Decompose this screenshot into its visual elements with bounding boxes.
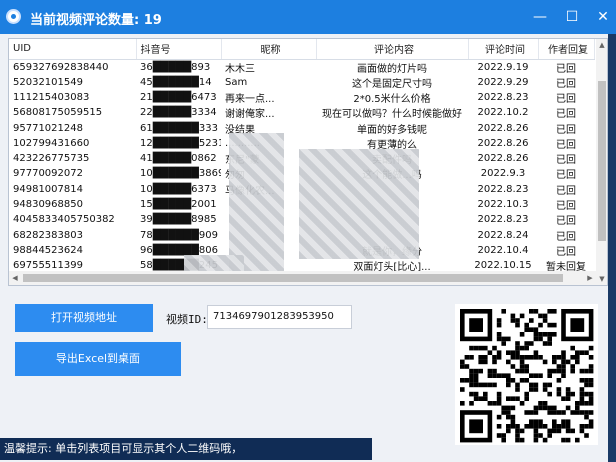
column-header[interactable]: 评论内容 — [316, 39, 469, 60]
table-cell: 2022.10.2 — [477, 107, 529, 119]
table-cell: 已回 — [556, 78, 576, 90]
table-cell: 2022.9.3 — [480, 168, 526, 180]
table-cell: 2022.8.23 — [477, 91, 529, 103]
video-id-label: 视频ID: — [166, 313, 208, 326]
background-strip — [608, 34, 616, 462]
qr-code-graphic — [460, 309, 594, 443]
table-cell: 12██████5231 — [140, 137, 221, 149]
export-excel-button[interactable]: 导出Excel到桌面 — [15, 342, 181, 376]
table-cell: 2022.10.4 — [477, 244, 529, 256]
table-cell: 这个是固定尺寸吗 — [352, 78, 432, 90]
table-cell: 45██████14 — [140, 76, 212, 88]
table-cell: 4045833405750382 — [13, 214, 115, 226]
table-header: UID 抖音号 昵称 评论内容 评论时间 作者回复 — [9, 39, 595, 60]
table-cell: 95771021248 — [13, 122, 83, 134]
table-cell: 68282383803 — [13, 229, 83, 241]
horizontal-scroll-thumb[interactable] — [23, 274, 563, 282]
close-button[interactable]: ✕ — [592, 6, 614, 28]
minimize-button[interactable]: — — [529, 6, 551, 28]
window-title: 当前视频评论数量: 19 — [30, 13, 162, 28]
table-row[interactable]: 659327692838440 36█████893 木木三 画面做的灯片吗 2022.… — [9, 59, 594, 75]
table-cell: 已回 — [556, 231, 576, 243]
table-cell: 已回 — [556, 246, 576, 258]
table-cell: 10█████6373 — [140, 183, 217, 195]
table-cell: 10██████3869 — [140, 168, 221, 180]
open-video-button[interactable]: 打开视频地址 — [15, 304, 153, 332]
vertical-scroll-thumb[interactable] — [598, 81, 606, 241]
table-cell: 已回 — [556, 139, 576, 151]
table-cell: Sam — [225, 76, 248, 88]
table-cell: 已回 — [556, 201, 576, 213]
scroll-right-icon[interactable]: ▶ — [584, 271, 596, 285]
table-cell: 再来一点... — [225, 93, 275, 105]
table-cell: 111215403083 — [13, 91, 90, 103]
table-cell: 2022.8.23 — [477, 183, 529, 195]
masked-region — [299, 149, 419, 259]
table-cell: 已回 — [556, 185, 576, 197]
table-cell: 36█████893 — [140, 61, 211, 73]
scroll-down-icon[interactable]: ▼ — [596, 273, 607, 285]
table-cell: 已回 — [556, 124, 576, 136]
column-header[interactable]: 评论时间 — [468, 39, 539, 60]
app-logo-icon — [6, 9, 21, 24]
table-cell: 56808175059515 — [13, 107, 103, 119]
table-cell: 78██████909 — [140, 229, 218, 241]
scroll-up-icon[interactable]: ▲ — [596, 39, 607, 51]
video-id-input[interactable]: 7134697901283953950 — [207, 305, 352, 329]
table-cell: 2022.10.3 — [477, 199, 529, 211]
table-cell: 已回 — [556, 216, 576, 228]
table-row[interactable]: 56808175059515 22█████3334 谢谢俺家... 现在可以做吗？什… — [9, 105, 594, 120]
table-cell: 21█████6473 — [140, 91, 217, 103]
table-cell: 94830968850 — [13, 199, 83, 211]
table-cell: 谢谢俺家... — [225, 109, 275, 121]
table-cell: 39█████8985 — [140, 214, 217, 226]
table-cell: 98844523624 — [13, 244, 83, 256]
table-cell: 41█████0862 — [140, 153, 217, 165]
table-cell: 2022.8.26 — [477, 122, 529, 134]
table-cell: 102799431660 — [13, 137, 90, 149]
table-cell: 423226775735 — [13, 153, 90, 165]
table-cell: 已回 — [556, 109, 576, 121]
scroll-left-icon[interactable]: ◀ — [9, 271, 21, 285]
table-cell: 15█████2001 — [140, 199, 217, 211]
table-cell: 画面做的灯片吗 — [357, 63, 427, 75]
table-cell: 2022.9.29 — [477, 76, 529, 88]
table-row[interactable]: 52032101549 45██████14 Sam 这个是固定尺寸吗 2022.9.2… — [9, 75, 594, 90]
table-cell: 2022.8.26 — [477, 137, 529, 149]
column-header[interactable]: 昵称 — [221, 39, 317, 60]
footer-hint: 温馨提示: 单击列表项目可显示其个人二维码哦， — [0, 438, 372, 460]
table-cell: 2022.8.23 — [477, 214, 529, 226]
table-cell: 659327692838440 — [13, 61, 109, 73]
table-cell: 已回 — [556, 63, 576, 75]
table-cell: 61██████333 — [140, 122, 218, 134]
comments-table[interactable]: UID 抖音号 昵称 评论内容 评论时间 作者回复 659327692838440 36██… — [8, 38, 608, 286]
table-cell: 2*0.5米什么价格 — [353, 93, 431, 105]
column-header[interactable]: UID — [9, 39, 137, 60]
horizontal-scrollbar[interactable]: ◀ ▶ — [9, 271, 596, 285]
table-cell: 现在可以做吗？什么时候能做好 — [322, 109, 462, 121]
vertical-scrollbar[interactable]: ▲ ▼ — [596, 39, 607, 285]
column-header[interactable]: 作者回复 — [538, 39, 595, 60]
table-cell: 已回 — [556, 155, 576, 167]
table-row[interactable]: 111215403083 21█████6473 再来一点... 2*0.5米什么价格… — [9, 90, 594, 105]
main-window: 当前视频评论数量: 19 — ☐ ✕ UID 抖音号 昵称 评论内容 评论时间 作者回复 … — [0, 0, 616, 462]
masked-region — [229, 133, 284, 273]
column-header[interactable]: 抖音号 — [136, 39, 222, 60]
table-cell: 2022.9.19 — [477, 61, 529, 73]
table-cell: 94981007814 — [13, 183, 83, 195]
table-cell: 52032101549 — [13, 76, 83, 88]
table-cell: 已回 — [556, 93, 576, 105]
table-cell: 已回 — [556, 170, 576, 182]
table-cell: 2022.8.24 — [477, 229, 529, 241]
qr-code — [455, 304, 598, 445]
table-cell: 97770092072 — [13, 168, 83, 180]
table-row[interactable]: 95771021248 61██████333 没结果 单面的好多钱呢 2022.8.2… — [9, 120, 594, 136]
title-bar: 当前视频评论数量: 19 — ☐ ✕ — [0, 0, 616, 34]
maximize-button[interactable]: ☐ — [561, 6, 583, 28]
table-cell: 2022.8.26 — [477, 153, 529, 165]
table-cell: 单面的好多钱呢 — [357, 124, 427, 136]
table-cell: 22█████3334 — [140, 107, 217, 119]
table-cell: 木木三 — [225, 63, 255, 75]
